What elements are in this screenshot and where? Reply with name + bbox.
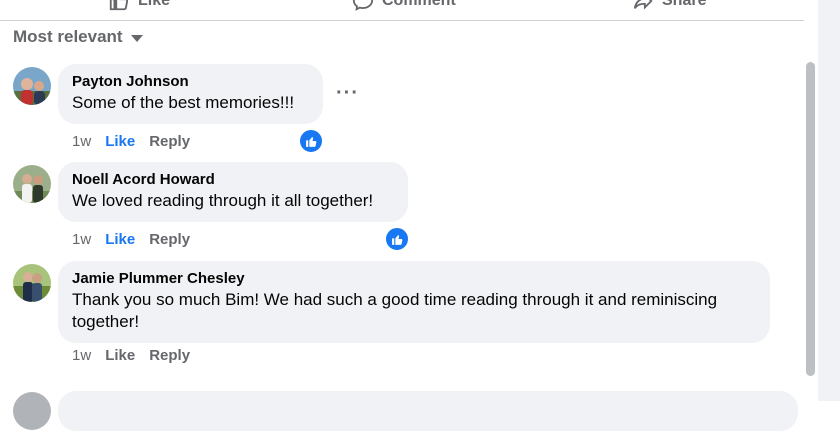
comment-timestamp[interactable]: 1w	[72, 347, 91, 364]
comment-author[interactable]: Payton Johnson	[72, 73, 309, 91]
more-options-icon[interactable]: ···	[336, 82, 359, 105]
comment-author[interactable]: Noell Acord Howard	[72, 171, 394, 189]
like-action-button[interactable]: Like	[108, 0, 170, 12]
avatar[interactable]	[13, 264, 51, 302]
avatar[interactable]	[13, 392, 51, 430]
share-arrow-icon	[633, 0, 653, 10]
comment-bubble: Noell Acord Howard We loved reading thro…	[58, 162, 408, 222]
share-action-label: Share	[662, 0, 707, 9]
comment-timestamp[interactable]: 1w	[72, 231, 91, 248]
like-action-label: Like	[138, 0, 171, 9]
post-action-bar: Like Comment Share	[0, 0, 806, 21]
comment-text: We loved reading through it all together…	[72, 191, 374, 210]
comment-timestamp[interactable]: 1w	[72, 133, 91, 150]
page-background	[818, 0, 840, 401]
comment-actions: 1w Like Reply	[72, 231, 190, 248]
comment-action-button[interactable]: Comment	[352, 0, 456, 12]
comment-reply-button[interactable]: Reply	[149, 231, 190, 248]
scrollbar-thumb[interactable]	[806, 62, 815, 376]
thumbs-up-icon[interactable]	[384, 226, 410, 252]
comment-sort-dropdown[interactable]: Most relevant	[13, 27, 143, 47]
comment-bubble: Payton Johnson Some of the best memories…	[58, 64, 323, 124]
comment-reply-button[interactable]: Reply	[149, 133, 190, 150]
comment-actions: 1w Like Reply	[72, 347, 190, 364]
comment-like-button[interactable]: Like	[105, 133, 135, 150]
share-action-button[interactable]: Share	[632, 0, 706, 12]
sort-label: Most relevant	[13, 27, 123, 46]
comment-text: Thank you so much Bim! We had such a goo…	[72, 290, 718, 331]
comment-reply-button[interactable]: Reply	[149, 347, 190, 364]
caret-down-icon	[130, 34, 143, 42]
comment-actions: 1w Like Reply	[72, 133, 190, 150]
comment-like-button[interactable]: Like	[105, 347, 135, 364]
thumbs-up-outline-icon	[109, 0, 129, 11]
comment-bubble-icon	[352, 0, 374, 11]
comment-text: Some of the best memories!!!	[72, 93, 295, 112]
avatar[interactable]	[13, 165, 51, 203]
comment-author[interactable]: Jamie Plummer Chesley	[72, 270, 756, 288]
comment-bubble: Jamie Plummer Chesley Thank you so much …	[58, 261, 770, 343]
comment-action-label: Comment	[382, 0, 456, 9]
comment-like-button[interactable]: Like	[105, 231, 135, 248]
avatar[interactable]	[13, 67, 51, 105]
comment-bubble	[58, 391, 798, 431]
thumbs-up-icon[interactable]	[298, 128, 324, 154]
